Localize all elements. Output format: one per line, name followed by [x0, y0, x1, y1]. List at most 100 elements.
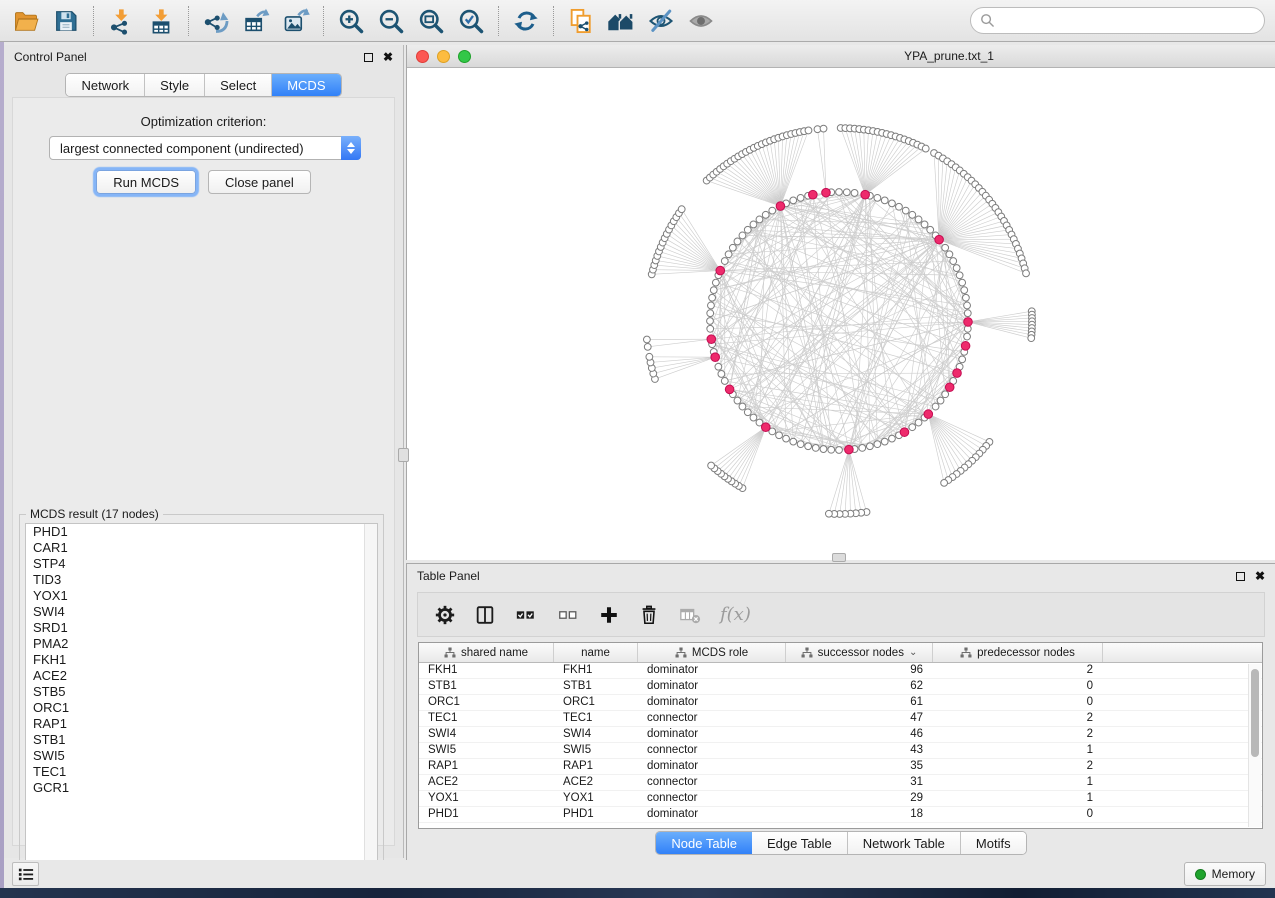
- select-all-button[interactable]: [514, 604, 538, 626]
- network-node[interactable]: [725, 251, 732, 258]
- zoom-out-button[interactable]: [371, 3, 411, 39]
- table-cell[interactable]: SWI5: [419, 743, 554, 758]
- show-column-button[interactable]: [474, 604, 496, 626]
- network-node[interactable]: [843, 189, 850, 196]
- table-cell[interactable]: FKH1: [419, 663, 554, 678]
- table-row[interactable]: SWI4SWI4dominator462: [419, 727, 1262, 743]
- table-cell[interactable]: FKH1: [554, 663, 638, 678]
- column-header-name[interactable]: name: [554, 643, 638, 662]
- table-row[interactable]: SWI5SWI5connector431: [419, 743, 1262, 759]
- table-cell[interactable]: 46: [786, 727, 933, 742]
- export-table-button[interactable]: [236, 3, 276, 39]
- table-cell[interactable]: STB1: [419, 679, 554, 694]
- table-cell[interactable]: RAP1: [554, 759, 638, 774]
- network-node[interactable]: [874, 194, 881, 201]
- network-node[interactable]: [756, 216, 763, 223]
- table-cell[interactable]: 29: [786, 791, 933, 806]
- network-node[interactable]: [820, 125, 827, 132]
- network-canvas[interactable]: [407, 68, 1275, 560]
- mcds-result-item[interactable]: GCR1: [26, 780, 377, 796]
- network-node[interactable]: [927, 226, 934, 233]
- network-node[interactable]: [707, 310, 714, 317]
- table-cell[interactable]: 96: [786, 663, 933, 678]
- table-cell[interactable]: 62: [786, 679, 933, 694]
- mcds-result-item[interactable]: TID3: [26, 572, 377, 588]
- mcds-result-item[interactable]: STB5: [26, 684, 377, 700]
- save-session-button[interactable]: [46, 3, 86, 39]
- network-node[interactable]: [950, 258, 957, 265]
- mcds-result-item[interactable]: STB1: [26, 732, 377, 748]
- network-node[interactable]: [644, 343, 651, 350]
- network-mcds-node[interactable]: [945, 383, 954, 392]
- network-node[interactable]: [881, 197, 888, 204]
- network-node[interactable]: [797, 194, 804, 201]
- network-node[interactable]: [709, 294, 716, 301]
- network-node[interactable]: [805, 127, 812, 134]
- mcds-result-list[interactable]: PHD1CAR1STP4TID3YOX1SWI4SRD1PMA2FKH1ACE2…: [25, 523, 378, 878]
- network-mcds-node[interactable]: [716, 266, 725, 275]
- first-neighbors-button[interactable]: [601, 3, 641, 39]
- mcds-result-item[interactable]: SWI4: [26, 604, 377, 620]
- network-node[interactable]: [812, 444, 819, 451]
- hide-selected-button[interactable]: [641, 3, 681, 39]
- network-node[interactable]: [915, 216, 922, 223]
- table-cell[interactable]: 47: [786, 711, 933, 726]
- table-cell[interactable]: TEC1: [554, 711, 638, 726]
- maximize-window-icon[interactable]: [458, 50, 471, 63]
- mcds-result-item[interactable]: STP4: [26, 556, 377, 572]
- float-window-icon[interactable]: [364, 53, 373, 62]
- network-node[interactable]: [643, 336, 650, 343]
- network-node[interactable]: [909, 211, 916, 218]
- table-cell[interactable]: 1: [933, 775, 1103, 790]
- network-mcds-node[interactable]: [725, 385, 734, 394]
- table-cell[interactable]: ACE2: [419, 775, 554, 790]
- table-cell[interactable]: dominator: [638, 727, 786, 742]
- column-header-MCDS-role[interactable]: MCDS role: [638, 643, 786, 662]
- network-node[interactable]: [964, 310, 971, 317]
- network-node[interactable]: [825, 510, 832, 517]
- table-row[interactable]: TEC1TEC1connector472: [419, 711, 1262, 727]
- network-window-titlebar[interactable]: YPA_prune.txt_1: [407, 45, 1275, 68]
- export-image-button[interactable]: [276, 3, 316, 39]
- network-node[interactable]: [874, 441, 881, 448]
- export-network-button[interactable]: [196, 3, 236, 39]
- network-node[interactable]: [797, 441, 804, 448]
- mcds-result-item[interactable]: PMA2: [26, 636, 377, 652]
- table-cell[interactable]: 2: [933, 759, 1103, 774]
- network-node[interactable]: [790, 197, 797, 204]
- tab-node-table[interactable]: Node Table: [656, 832, 752, 854]
- network-node[interactable]: [744, 409, 751, 416]
- table-cell[interactable]: YOX1: [419, 791, 554, 806]
- network-node[interactable]: [881, 438, 888, 445]
- table-cell[interactable]: 61: [786, 695, 933, 710]
- refresh-button[interactable]: [506, 3, 546, 39]
- network-node[interactable]: [776, 432, 783, 439]
- table-cell[interactable]: 0: [933, 679, 1103, 694]
- network-node[interactable]: [953, 265, 960, 272]
- network-node[interactable]: [678, 206, 685, 213]
- network-node[interactable]: [715, 363, 722, 370]
- tab-motifs[interactable]: Motifs: [961, 832, 1026, 854]
- network-node[interactable]: [739, 232, 746, 239]
- network-node[interactable]: [921, 221, 928, 228]
- table-cell[interactable]: dominator: [638, 663, 786, 678]
- tab-edge-table[interactable]: Edge Table: [752, 832, 848, 854]
- network-mcds-node[interactable]: [707, 335, 716, 344]
- network-node[interactable]: [961, 287, 968, 294]
- table-settings-button[interactable]: [434, 604, 456, 626]
- table-row[interactable]: ACE2ACE2connector311: [419, 775, 1262, 791]
- table-row[interactable]: PHD1PHD1dominator180: [419, 807, 1262, 823]
- create-column-button[interactable]: [598, 604, 620, 626]
- memory-button[interactable]: Memory: [1184, 862, 1266, 886]
- network-mcds-node[interactable]: [776, 202, 785, 211]
- table-cell[interactable]: 2: [933, 727, 1103, 742]
- table-cell[interactable]: 0: [933, 695, 1103, 710]
- table-cell[interactable]: 43: [786, 743, 933, 758]
- table-cell[interactable]: 2: [933, 711, 1103, 726]
- table-scrollbar-thumb[interactable]: [1251, 669, 1259, 757]
- zoom-fit-button[interactable]: [411, 3, 451, 39]
- close-panel-button[interactable]: Close panel: [208, 170, 311, 194]
- network-node[interactable]: [646, 353, 653, 360]
- tab-style[interactable]: Style: [145, 74, 205, 96]
- network-node[interactable]: [942, 244, 949, 251]
